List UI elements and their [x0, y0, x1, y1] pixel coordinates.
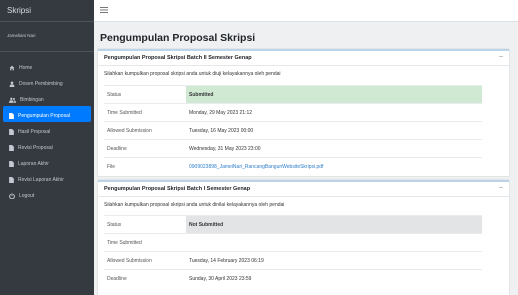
- sidebar-item-home[interactable]: Home: [3, 58, 91, 74]
- user-name[interactable]: Jameliani Nari: [0, 22, 94, 52]
- row-label: Time Submitted: [104, 233, 186, 252]
- row-label: Deadline: [104, 139, 186, 158]
- card-description: Silahkan kumpulkan proposal skripsi anda…: [104, 71, 281, 77]
- row-value: Wednesday, 31 May 2023 23:00: [186, 139, 482, 158]
- row-value: 0909023898_JameiNari_RancangBangunWebsit…: [186, 157, 482, 176]
- file-icon: [9, 145, 14, 151]
- sidebar-item-label: Dosen Pembimbing: [19, 81, 63, 87]
- card-description: Silahkan kumpulkan proposal skripsi anda…: [104, 202, 285, 208]
- page-title: Pengumpulan Proposal Skripsi: [100, 32, 256, 44]
- brand-title[interactable]: Skripsi: [0, 0, 94, 22]
- row-label: Status: [104, 215, 186, 234]
- row-value: Monday, 29 May 2023 21:12: [186, 103, 482, 122]
- card-title: Pengumpulan Proposal Skripsi Batch II Se…: [104, 55, 252, 61]
- row-value: Tuesday, 14 February 2023 06:19: [186, 251, 482, 270]
- sidebar: Skripsi Jameliani Nari Home Dosen Pembim…: [0, 0, 94, 295]
- submission-status-table: Status Not Submitted Time Submitted Allo…: [104, 215, 482, 288]
- file-icon: [9, 177, 14, 183]
- sidebar-item-hasil-proposal[interactable]: Hasil Proposal: [3, 122, 91, 138]
- row-label: Status: [104, 85, 186, 104]
- collapse-button[interactable]: –: [499, 184, 503, 191]
- row-label: Deadline: [104, 269, 186, 288]
- sidebar-item-label: Revisi Laporan Akhir: [18, 177, 64, 183]
- sidebar-item-label: Hasil Proposal: [18, 129, 51, 135]
- table-row: Time Submitted: [104, 233, 482, 252]
- status-value: Not Submitted: [186, 215, 482, 234]
- submission-card-batch-1: Pengumpulan Proposal Skripsi Batch I Sem…: [98, 180, 509, 295]
- table-row: Allowed Submission Tuesday, 16 May 2023 …: [104, 121, 482, 140]
- row-value: Sunday, 30 April 2023 23:59: [186, 269, 482, 288]
- user-icon: [9, 81, 15, 87]
- table-row: Time Submitted Monday, 29 May 2023 21:12: [104, 103, 482, 122]
- home-icon: [9, 65, 15, 71]
- row-value: [186, 233, 482, 252]
- sidebar-item-label: Pengumpulan Proposal: [18, 113, 70, 119]
- row-label: Allowed Submission: [104, 251, 186, 270]
- sidebar-item-revisi-proposal[interactable]: Revisi Proposal: [3, 138, 91, 154]
- table-row: Status Submitted: [104, 85, 482, 104]
- file-icon: [9, 113, 14, 119]
- top-navbar: [94, 0, 518, 22]
- submission-status-table: Status Submitted Time Submitted Monday, …: [104, 85, 482, 176]
- row-label: Allowed Submission: [104, 121, 186, 140]
- sidebar-item-label: Logout: [19, 193, 35, 199]
- hamburger-icon[interactable]: [100, 6, 108, 14]
- sidebar-item-pengumpulan-proposal[interactable]: Pengumpulan Proposal: [3, 106, 91, 122]
- row-label: Time Submitted: [104, 103, 186, 122]
- users-icon: [9, 97, 16, 103]
- table-row: Allowed Submission Tuesday, 14 February …: [104, 251, 482, 270]
- sidebar-item-logout[interactable]: Logout: [3, 186, 91, 202]
- card-header: Pengumpulan Proposal Skripsi Batch I Sem…: [98, 182, 509, 197]
- main-content: Pengumpulan Proposal Skripsi Pengumpulan…: [94, 22, 518, 295]
- row-value: Tuesday, 16 May 2023 00:00: [186, 121, 482, 140]
- submitted-file-link[interactable]: 0909023898_JameiNari_RancangBangunWebsit…: [189, 164, 323, 170]
- table-row: Deadline Wednesday, 31 May 2023 23:00: [104, 139, 482, 158]
- table-row: Status Not Submitted: [104, 215, 482, 234]
- sidebar-item-revisi-laporan-akhir[interactable]: Revisi Laporan Akhir: [3, 170, 91, 186]
- app-window: Skripsi Jameliani Nari Home Dosen Pembim…: [0, 0, 518, 295]
- row-label: File: [104, 157, 186, 176]
- table-row: Deadline Sunday, 30 April 2023 23:59: [104, 269, 482, 288]
- collapse-button[interactable]: –: [499, 53, 503, 60]
- card-header: Pengumpulan Proposal Skripsi Batch II Se…: [98, 51, 509, 66]
- sidebar-nav: Home Dosen Pembimbing Bimbingan Pengumpu…: [0, 52, 94, 202]
- sidebar-item-label: Bimbingan: [20, 97, 44, 103]
- submission-card-batch-2: Pengumpulan Proposal Skripsi Batch II Se…: [98, 49, 509, 176]
- table-row: File 0909023898_JameiNari_RancangBangunW…: [104, 157, 482, 176]
- sidebar-item-bimbingan[interactable]: Bimbingan: [3, 90, 91, 106]
- sidebar-item-dosen-pembimbing[interactable]: Dosen Pembimbing: [3, 74, 91, 90]
- sidebar-item-label: Laporan Akhir: [18, 161, 49, 167]
- file-icon: [9, 161, 14, 167]
- sidebar-item-label: Home: [19, 65, 33, 71]
- sidebar-item-label: Revisi Proposal: [18, 145, 53, 151]
- power-icon: [9, 193, 15, 199]
- sidebar-item-laporan-akhir[interactable]: Laporan Akhir: [3, 154, 91, 170]
- card-title: Pengumpulan Proposal Skripsi Batch I Sem…: [104, 186, 251, 192]
- status-value: Submitted: [186, 85, 482, 104]
- file-icon: [9, 129, 14, 135]
